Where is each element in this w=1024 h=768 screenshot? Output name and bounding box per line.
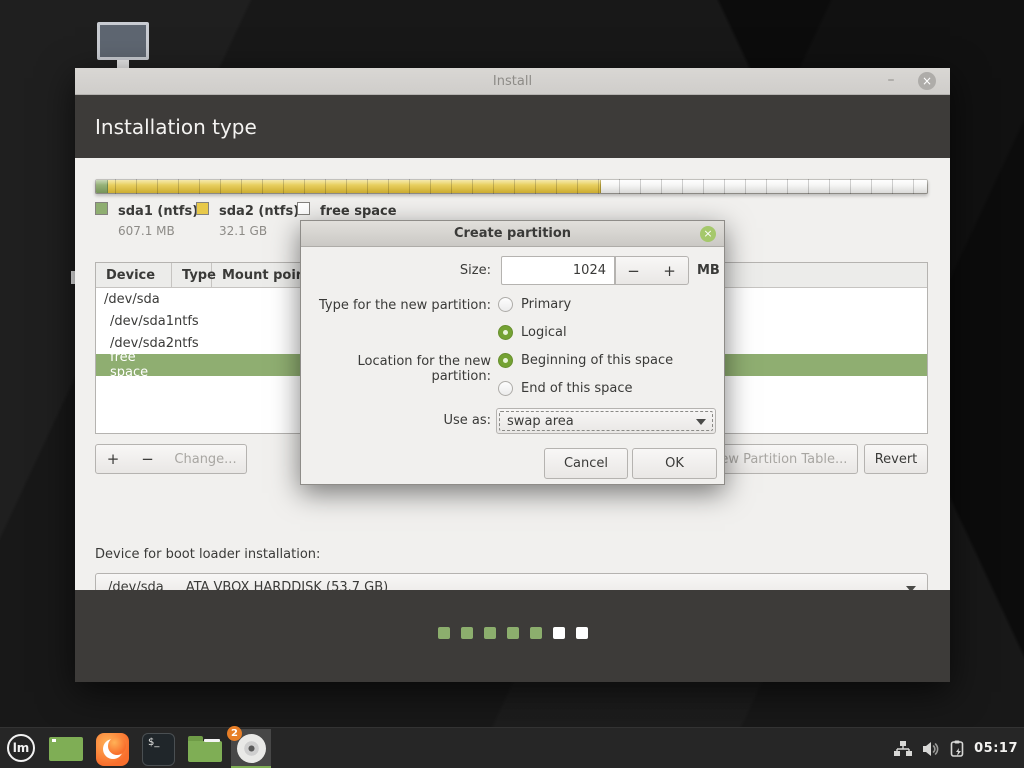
free-space-swatch-icon bbox=[297, 202, 310, 215]
dialog-titlebar[interactable]: Create partition × bbox=[301, 221, 724, 247]
dialog-close-icon[interactable]: × bbox=[700, 226, 716, 242]
window-titlebar[interactable]: Install – × bbox=[75, 68, 950, 95]
progress-dot bbox=[483, 627, 496, 639]
radio-primary-icon[interactable] bbox=[498, 297, 513, 312]
partition-location-label: Location for the new partition: bbox=[357, 354, 491, 384]
radio-end[interactable]: End of this space bbox=[498, 381, 633, 396]
radio-beginning-icon[interactable] bbox=[498, 353, 513, 368]
volume-icon[interactable] bbox=[922, 741, 941, 757]
mint-menu-icon[interactable]: lm bbox=[7, 734, 35, 762]
partition-bar bbox=[95, 179, 928, 194]
workspace-badge: 2 bbox=[227, 726, 242, 741]
size-label: Size: bbox=[459, 263, 491, 278]
column-device[interactable]: Device bbox=[96, 263, 172, 287]
minimize-button[interactable]: – bbox=[884, 73, 898, 88]
radio-logical[interactable]: Logical bbox=[498, 325, 567, 340]
partition-segment-sda1 bbox=[96, 180, 108, 193]
system-tray: 05:17 bbox=[893, 728, 1024, 768]
partition-segment-free-space bbox=[601, 180, 927, 193]
network-icon[interactable] bbox=[893, 740, 913, 757]
revert-button[interactable]: Revert bbox=[864, 444, 928, 474]
size-increment-button[interactable]: + bbox=[651, 256, 689, 285]
legend-sda1-label: sda1 (ntfs) bbox=[118, 204, 199, 219]
size-unit: MB bbox=[697, 263, 720, 278]
remove-partition-button[interactable]: − bbox=[130, 444, 166, 474]
legend-sda2-label: sda2 (ntfs) bbox=[219, 204, 300, 219]
progress-dots bbox=[75, 627, 950, 639]
installer-disc-tile[interactable]: 2 bbox=[227, 726, 271, 768]
progress-dot bbox=[460, 627, 473, 639]
partition-segment-sda2 bbox=[107, 180, 602, 193]
taskbar-clock[interactable]: 05:17 bbox=[974, 741, 1018, 756]
sda2-swatch-icon bbox=[196, 202, 209, 215]
close-icon[interactable]: × bbox=[918, 72, 936, 90]
progress-dot bbox=[552, 627, 565, 639]
partition-type-label: Type for the new partition: bbox=[318, 298, 491, 313]
progress-dot bbox=[437, 627, 450, 639]
progress-dot bbox=[529, 627, 542, 639]
radio-end-icon[interactable] bbox=[498, 381, 513, 396]
use-as-label: Use as: bbox=[443, 413, 491, 428]
radio-beginning[interactable]: Beginning of this space bbox=[498, 353, 673, 368]
page-header: Installation type bbox=[75, 95, 950, 158]
chevron-down-icon bbox=[696, 419, 706, 425]
bootloader-label: Device for boot loader installation: bbox=[95, 547, 321, 562]
radio-primary[interactable]: Primary bbox=[498, 297, 571, 312]
column-type[interactable]: Type bbox=[172, 263, 216, 287]
use-as-value: swap area bbox=[507, 413, 574, 429]
progress-dot bbox=[506, 627, 519, 639]
files-window-icon[interactable] bbox=[49, 737, 83, 761]
use-as-select[interactable]: swap area bbox=[496, 408, 716, 434]
monitor-screen-icon bbox=[97, 22, 149, 60]
change-button[interactable]: Change... bbox=[165, 444, 247, 474]
radio-logical-icon[interactable] bbox=[498, 325, 513, 340]
terminal-icon[interactable]: $_ bbox=[142, 733, 175, 766]
disc-icon bbox=[237, 734, 266, 763]
taskbar: lm $_ 2 05:17 bbox=[0, 726, 1024, 768]
legend-free-label: free space bbox=[320, 204, 397, 219]
legend-free-space: free space bbox=[297, 200, 397, 220]
window-title: Install bbox=[492, 73, 533, 89]
progress-dot bbox=[575, 627, 588, 639]
page-footer bbox=[75, 590, 950, 682]
size-input[interactable] bbox=[501, 256, 615, 285]
legend-sda2-size: 32.1 GB bbox=[219, 224, 268, 238]
firefox-icon[interactable] bbox=[96, 733, 129, 766]
create-partition-dialog: Create partition × Size: − + MB Type for… bbox=[300, 220, 725, 485]
legend-sda1-size: 607.1 MB bbox=[118, 224, 175, 238]
folder-icon[interactable] bbox=[188, 736, 222, 762]
cancel-button[interactable]: Cancel bbox=[544, 448, 628, 479]
add-partition-button[interactable]: + bbox=[95, 444, 131, 474]
power-manager-icon[interactable] bbox=[950, 740, 965, 758]
legend-sda1: sda1 (ntfs) 607.1 MB bbox=[95, 200, 198, 239]
sda1-swatch-icon bbox=[95, 202, 108, 215]
size-decrement-button[interactable]: − bbox=[615, 256, 652, 285]
page-title: Installation type bbox=[95, 114, 257, 139]
ok-button[interactable]: OK bbox=[632, 448, 717, 479]
dialog-title: Create partition bbox=[453, 226, 572, 241]
legend-sda2: sda2 (ntfs) 32.1 GB bbox=[196, 200, 299, 239]
